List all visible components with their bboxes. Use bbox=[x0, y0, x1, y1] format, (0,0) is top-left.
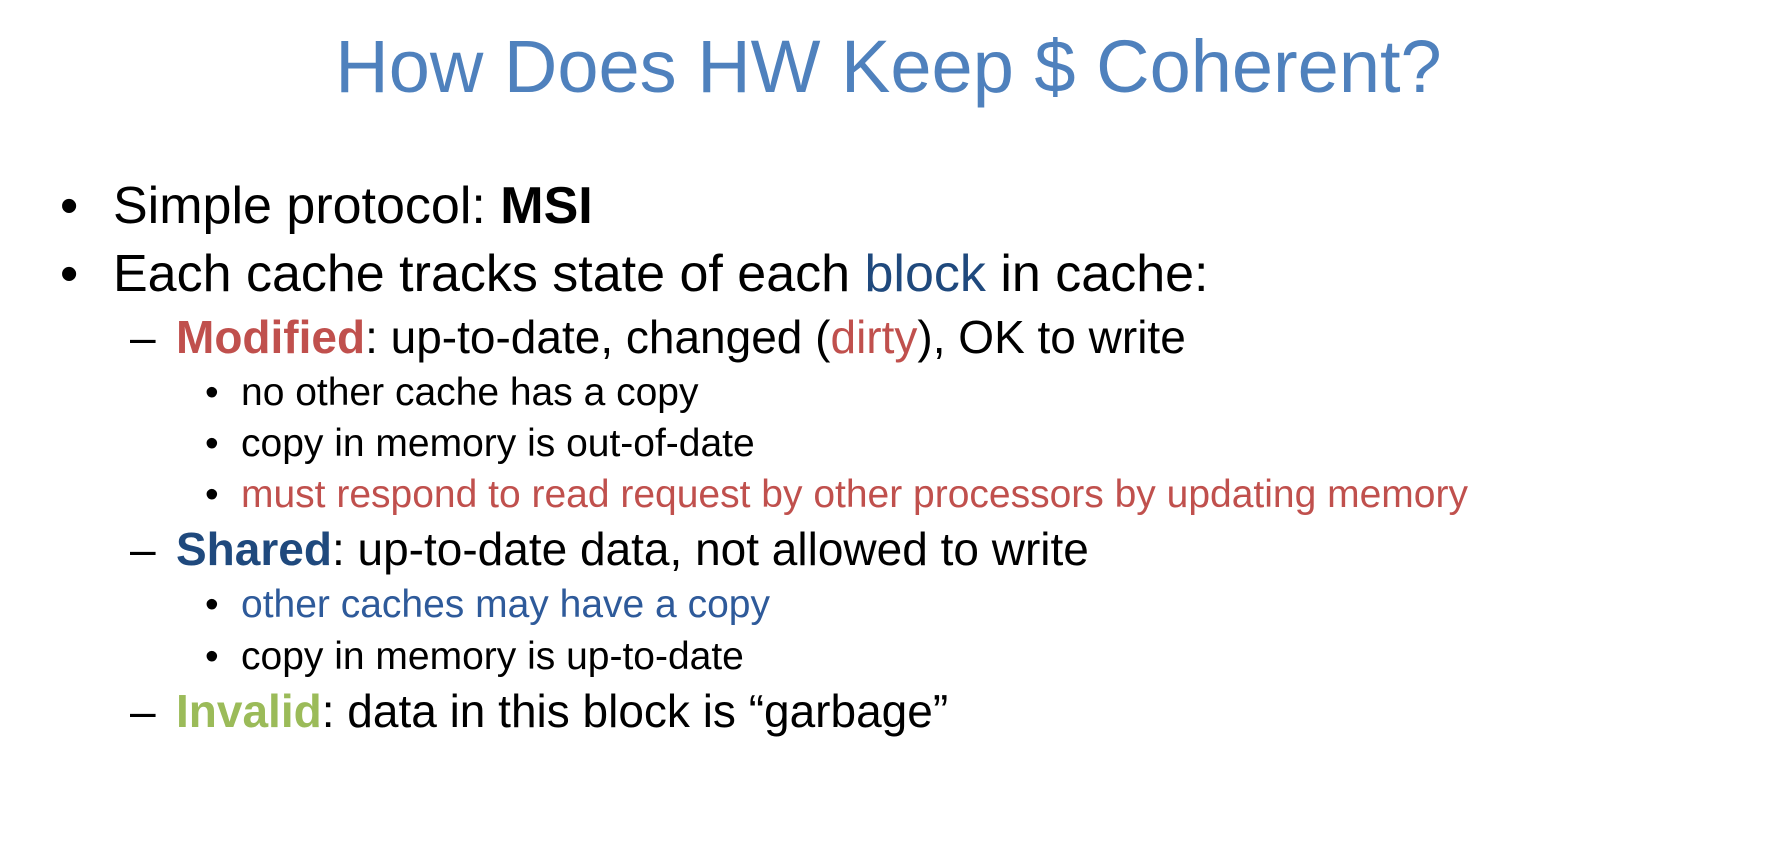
sub-item-text: other caches may have a copy bbox=[241, 583, 770, 626]
sub-item-text: no other cache has a copy bbox=[241, 371, 699, 414]
state-text: Shared: up-to-date data, not allowed to … bbox=[176, 522, 1089, 576]
sub-item-text: must respond to read request by other pr… bbox=[241, 473, 1468, 516]
slide: How Does HW Keep $ Coherent? • Simple pr… bbox=[0, 0, 1777, 862]
bullet-list: • Simple protocol: MSI • Each cache trac… bbox=[0, 0, 1777, 862]
bullet-prefix: Each cache tracks state of each bbox=[113, 245, 865, 303]
sub-bullet-marker: • bbox=[205, 635, 219, 678]
state-name-invalid: Invalid bbox=[176, 685, 322, 737]
state-desc-b: ), OK to write bbox=[917, 311, 1186, 363]
block-highlight: block bbox=[864, 245, 986, 303]
sub-bullet-marker: • bbox=[205, 371, 219, 414]
sub-bullet-marker: • bbox=[205, 422, 219, 465]
bullet-marker: • bbox=[60, 177, 79, 235]
bullet-suffix: in cache: bbox=[985, 245, 1209, 303]
bullet-prefix: Simple protocol: bbox=[113, 177, 501, 235]
state-text: Invalid: data in this block is “garbage” bbox=[176, 684, 948, 738]
state-name-modified: Modified bbox=[176, 311, 366, 363]
dirty-word: dirty bbox=[830, 311, 918, 363]
sub-bullet-marker: • bbox=[205, 583, 219, 626]
bullet-text: Each cache tracks state of each block in… bbox=[113, 244, 1209, 304]
state-desc: : up-to-date data, not allowed to write bbox=[331, 523, 1089, 575]
dash-marker: – bbox=[130, 685, 156, 737]
state-desc-a: : up-to-date, changed ( bbox=[365, 311, 831, 363]
state-desc: : data in this block is “garbage” bbox=[321, 685, 949, 737]
dash-marker: – bbox=[130, 523, 156, 575]
bullet-marker: • bbox=[60, 245, 79, 303]
state-text: Modified: up-to-date, changed (dirty), O… bbox=[176, 310, 1186, 364]
bullet-text: Simple protocol: MSI bbox=[113, 176, 593, 236]
sub-item-text: copy in memory is out-of-date bbox=[241, 422, 755, 465]
dash-marker: – bbox=[130, 311, 156, 363]
state-name-shared: Shared bbox=[176, 523, 332, 575]
sub-item-text: copy in memory is up-to-date bbox=[241, 635, 744, 678]
protocol-name: MSI bbox=[500, 177, 593, 235]
sub-bullet-marker: • bbox=[205, 473, 219, 516]
